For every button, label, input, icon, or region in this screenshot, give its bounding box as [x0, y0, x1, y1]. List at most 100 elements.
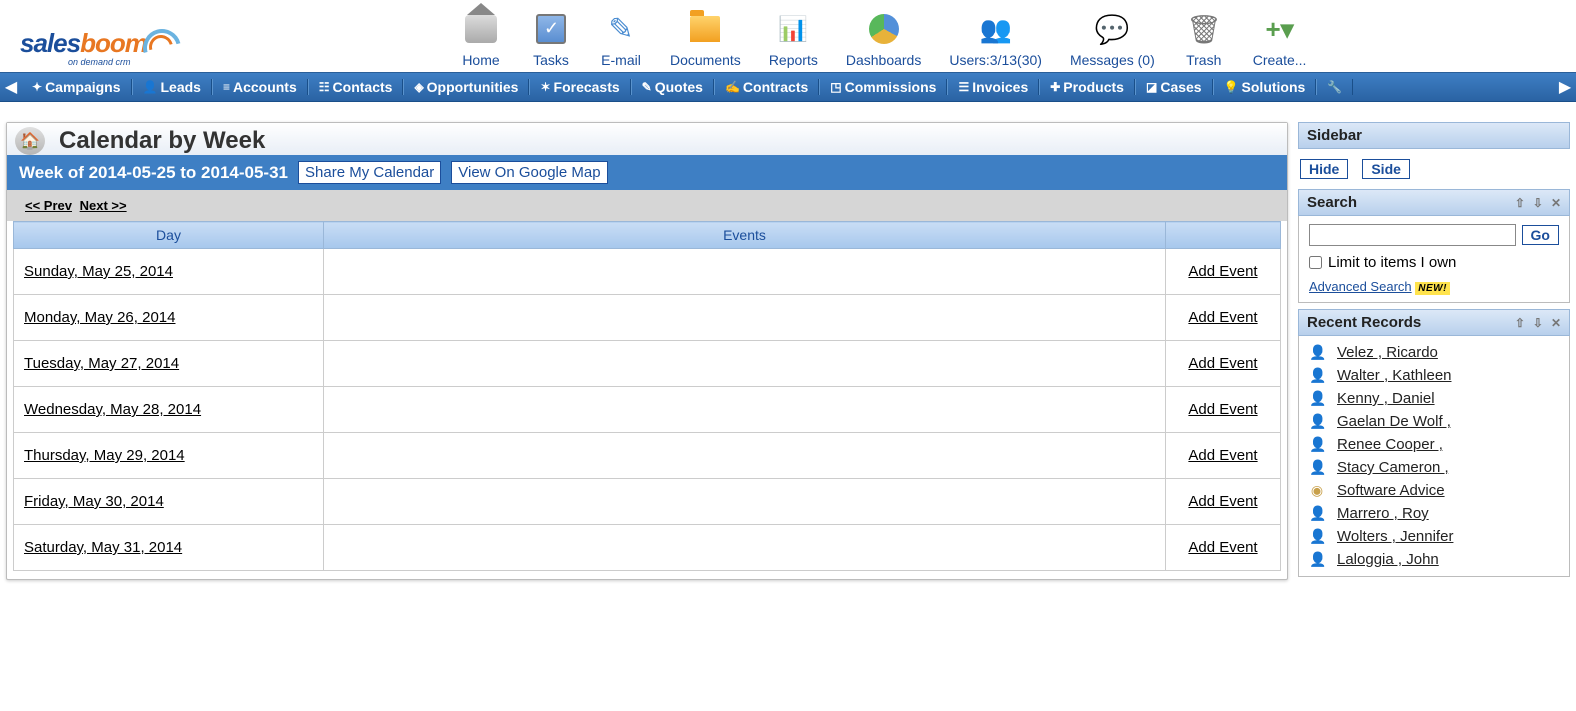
page-title: Calendar by Week: [59, 127, 265, 155]
toolbar-create[interactable]: +▾Create...: [1253, 8, 1307, 68]
recent-item: 👤 Renee Cooper ,: [1309, 436, 1559, 453]
toolbar-dashboards-label: Dashboards: [846, 52, 922, 68]
main: 🏠 Calendar by Week Week of 2014-05-25 to…: [0, 102, 1576, 590]
recent-link[interactable]: Renee Cooper ,: [1337, 436, 1443, 453]
pager: << Prev Next >>: [7, 190, 1287, 221]
nav-invoices[interactable]: ☰Invoices: [947, 79, 1039, 95]
widget-up-icon[interactable]: ⇧: [1515, 196, 1525, 210]
nav-contacts[interactable]: ☷Contacts: [308, 79, 404, 95]
recent-item: 👤 Gaelan De Wolf ,: [1309, 413, 1559, 430]
recent-link[interactable]: Laloggia , John: [1337, 551, 1439, 568]
products-icon: ✚: [1050, 80, 1060, 94]
nav-quotes[interactable]: ✎Quotes: [631, 79, 714, 95]
recent-link[interactable]: Software Advice: [1337, 482, 1445, 499]
widget-up-icon[interactable]: ⇧: [1515, 316, 1525, 330]
limit-checkbox[interactable]: [1309, 256, 1322, 269]
sidebar-hide-button[interactable]: Hide: [1300, 159, 1348, 179]
person-icon: 👤: [1309, 551, 1325, 568]
search-input[interactable]: [1309, 224, 1516, 246]
panel-title-row: 🏠 Calendar by Week: [7, 123, 1287, 155]
recent-link[interactable]: Walter , Kathleen: [1337, 367, 1452, 384]
widget-down-icon[interactable]: ⇩: [1533, 196, 1543, 210]
nav-opportunities[interactable]: ◈Opportunities: [403, 79, 529, 95]
contacts-icon: ☷: [319, 80, 330, 94]
widget-close-icon[interactable]: ✕: [1551, 316, 1561, 330]
day-link[interactable]: Saturday, May 31, 2014: [24, 539, 182, 556]
panel-home-icon[interactable]: 🏠: [15, 127, 45, 155]
day-link[interactable]: Friday, May 30, 2014: [24, 493, 164, 510]
add-event-link[interactable]: Add Event: [1188, 447, 1257, 464]
nav-scroll-left[interactable]: ◀: [0, 77, 22, 97]
nav-accounts[interactable]: ≡Accounts: [212, 79, 308, 95]
nav-forecasts[interactable]: ✶Forecasts: [529, 79, 630, 95]
recent-link[interactable]: Marrero , Roy: [1337, 505, 1429, 522]
advanced-search-link[interactable]: Advanced Search: [1309, 279, 1412, 294]
toolbar-documents[interactable]: Documents: [670, 8, 741, 68]
nav-contacts-label: Contacts: [333, 79, 393, 95]
add-event-link[interactable]: Add Event: [1188, 401, 1257, 418]
toolbar-home[interactable]: Home: [460, 8, 502, 68]
recent-records-widget: Recent Records ⇧ ⇩ ✕ 👤Velez , Ricardo👤Wa…: [1298, 309, 1570, 577]
widget-down-icon[interactable]: ⇩: [1533, 316, 1543, 330]
prev-week-link[interactable]: << Prev: [25, 198, 72, 213]
toolbar-users[interactable]: 👥Users:3/13(30): [949, 8, 1042, 68]
person-icon: 👤: [1309, 344, 1325, 361]
sidebar-side-button[interactable]: Side: [1362, 159, 1410, 179]
home-icon: [465, 15, 497, 43]
email-icon: ✎: [608, 12, 633, 47]
topbar: salesboom on demand crm Home Tasks ✎E-ma…: [0, 0, 1576, 72]
day-link[interactable]: Sunday, May 25, 2014: [24, 263, 173, 280]
toolbar-trash[interactable]: 🗑Trash: [1183, 8, 1225, 68]
nav-tools[interactable]: 🔧: [1316, 79, 1353, 95]
nav-campaigns-label: Campaigns: [45, 79, 120, 95]
panel-subtitle: Week of 2014-05-25 to 2014-05-31 Share M…: [7, 155, 1287, 190]
day-link[interactable]: Thursday, May 29, 2014: [24, 447, 185, 464]
nav-contracts[interactable]: ✍Contracts: [714, 79, 819, 95]
toolbar-messages[interactable]: 💬Messages (0): [1070, 8, 1155, 68]
sidebar-title-text: Sidebar: [1307, 127, 1362, 144]
recent-link[interactable]: Kenny , Daniel: [1337, 390, 1435, 407]
add-event-link[interactable]: Add Event: [1188, 263, 1257, 280]
add-event-link[interactable]: Add Event: [1188, 309, 1257, 326]
nav-products[interactable]: ✚Products: [1039, 79, 1135, 95]
person-icon: 👤: [1309, 390, 1325, 407]
nav-leads[interactable]: 👤Leads: [132, 79, 212, 95]
next-week-link[interactable]: Next >>: [80, 198, 127, 213]
events-cell: [324, 525, 1166, 571]
nav-scroll-right[interactable]: ▶: [1554, 77, 1576, 97]
nav-campaigns[interactable]: ✦Campaigns: [22, 79, 132, 95]
logo-swirl-icon: [143, 29, 181, 61]
day-link[interactable]: Wednesday, May 28, 2014: [24, 401, 201, 418]
add-event-link[interactable]: Add Event: [1188, 493, 1257, 510]
toolbar-messages-label: Messages (0): [1070, 52, 1155, 68]
recent-link[interactable]: Wolters , Jennifer: [1337, 528, 1453, 545]
nav-products-label: Products: [1063, 79, 1124, 95]
day-link[interactable]: Monday, May 26, 2014: [24, 309, 175, 326]
logo[interactable]: salesboom on demand crm: [20, 8, 300, 67]
view-on-map-button[interactable]: View On Google Map: [451, 161, 607, 184]
share-calendar-button[interactable]: Share My Calendar: [298, 161, 441, 184]
person-icon: 👤: [1309, 436, 1325, 453]
nav-leads-label: Leads: [160, 79, 200, 95]
day-link[interactable]: Tuesday, May 27, 2014: [24, 355, 179, 372]
recent-item: ◉Software Advice: [1309, 482, 1559, 499]
events-cell: [324, 295, 1166, 341]
search-go-button[interactable]: Go: [1522, 225, 1559, 245]
leads-icon: 👤: [143, 80, 158, 94]
toolbar-tasks[interactable]: Tasks: [530, 8, 572, 68]
commissions-icon: ◳: [830, 80, 841, 94]
recent-link[interactable]: Stacy Cameron ,: [1337, 459, 1449, 476]
add-event-link[interactable]: Add Event: [1188, 355, 1257, 372]
nav-cases[interactable]: ◪Cases: [1135, 79, 1213, 95]
widget-close-icon[interactable]: ✕: [1551, 196, 1561, 210]
recent-link[interactable]: Velez , Ricardo: [1337, 344, 1438, 361]
toolbar-email[interactable]: ✎E-mail: [600, 8, 642, 68]
recent-link[interactable]: Gaelan De Wolf ,: [1337, 413, 1451, 430]
nav-commissions[interactable]: ◳Commissions: [819, 79, 947, 95]
toolbar-dashboards[interactable]: Dashboards: [846, 8, 922, 68]
add-event-link[interactable]: Add Event: [1188, 539, 1257, 556]
person-icon: 👤: [1309, 413, 1325, 430]
toolbar-reports[interactable]: 📊Reports: [769, 8, 818, 68]
nav-solutions[interactable]: 💡Solutions: [1213, 79, 1317, 95]
cases-icon: ◪: [1146, 80, 1157, 94]
